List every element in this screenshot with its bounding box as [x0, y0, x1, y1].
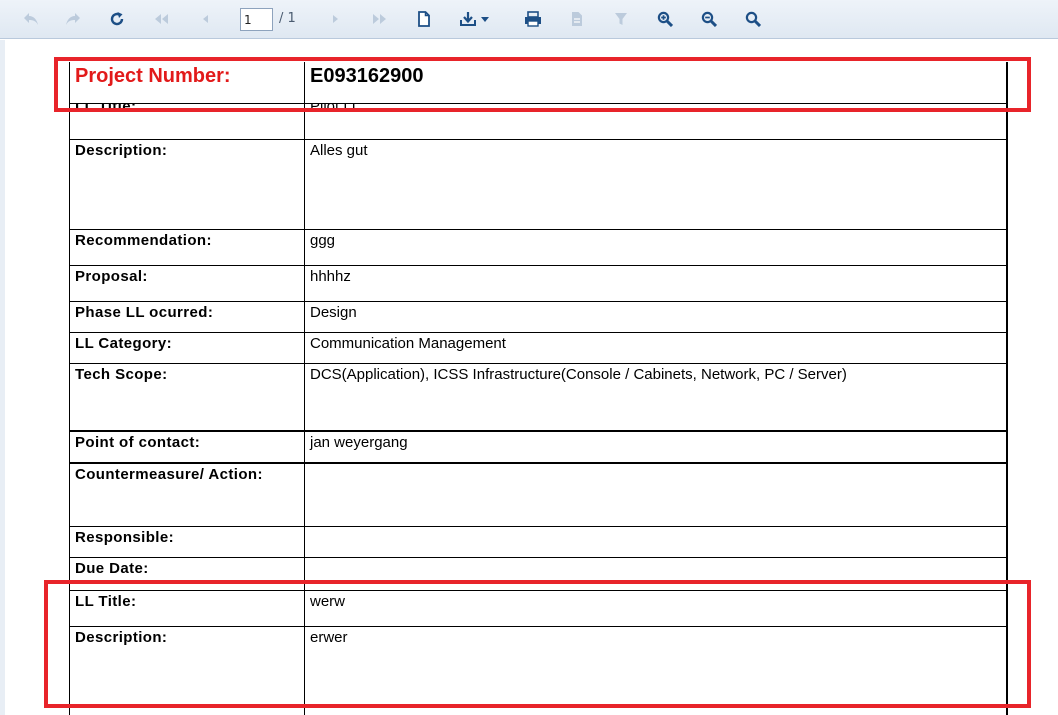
table-row: Responsible:	[69, 526, 1008, 558]
back-icon[interactable]	[20, 8, 42, 30]
row-value	[304, 526, 1008, 558]
forward-icon[interactable]	[62, 8, 84, 30]
page-number-input[interactable]	[240, 8, 273, 31]
row-label: LL Title:	[69, 590, 305, 627]
print-icon[interactable]	[522, 8, 544, 30]
row-label: Description:	[69, 626, 305, 715]
viewer-toolbar: / 1	[0, 0, 1058, 39]
report-viewer-window: / 1	[0, 0, 1058, 715]
table-row: LL Title: werw	[69, 590, 1008, 627]
table-row: Phase LL ocurred: Design	[69, 301, 1008, 333]
row-label: Recommendation:	[69, 229, 305, 266]
row-value	[304, 463, 1008, 527]
table-row: Due Date:	[69, 557, 1008, 591]
row-label: Responsible:	[69, 526, 305, 558]
row-label: Tech Scope:	[69, 363, 305, 432]
row-value: Pilot LL	[310, 103, 361, 115]
previous-page-icon[interactable]	[194, 8, 216, 30]
row-label: Countermeasure/ Action:	[69, 463, 305, 527]
row-value	[304, 557, 1008, 591]
row-label: Phase LL ocurred:	[69, 301, 305, 333]
first-page-icon[interactable]	[150, 8, 172, 30]
download-dropdown-button[interactable]	[458, 8, 494, 30]
row-value: ggg	[304, 229, 1008, 266]
next-page-icon[interactable]	[325, 8, 347, 30]
row-value: erwer	[304, 626, 1008, 715]
new-document-icon[interactable]	[413, 8, 435, 30]
page-total-label: / 1	[279, 11, 296, 26]
report-document-area[interactable]: Project Number: E093162900 LL Title: Pil…	[0, 40, 1058, 715]
table-row: Countermeasure/ Action:	[69, 463, 1008, 527]
row-label: LL Title:	[75, 103, 137, 115]
lessons-learned-table: Project Number: E093162900 LL Title: Pil…	[69, 62, 1008, 715]
table-row: LL Category: Communication Management	[69, 332, 1008, 364]
row-value: werw	[304, 590, 1008, 627]
row-value: hhhhz	[304, 265, 1008, 302]
table-row: LL Title: Pilot LL	[69, 103, 1008, 140]
table-row-project-number: Project Number: E093162900	[69, 62, 1008, 104]
table-row: Tech Scope: DCS(Application), ICSS Infra…	[69, 363, 1008, 432]
project-number-value: E093162900	[304, 62, 1008, 104]
table-row: Point of contact: jan weyergang	[69, 431, 1008, 464]
row-value: Alles gut	[304, 139, 1008, 230]
table-row: Description: erwer	[69, 626, 1008, 715]
filter-icon[interactable]	[610, 8, 632, 30]
row-value: Design	[304, 301, 1008, 333]
row-value: jan weyergang	[304, 431, 1008, 464]
row-label: Point of contact:	[69, 431, 305, 464]
export-disabled-icon[interactable]	[566, 8, 588, 30]
zoom-reset-icon[interactable]	[742, 8, 764, 30]
table-row: Description: Alles gut	[69, 139, 1008, 230]
row-label: Proposal:	[69, 265, 305, 302]
last-page-icon[interactable]	[369, 8, 391, 30]
table-row: Proposal: hhhhz	[69, 265, 1008, 302]
zoom-in-icon[interactable]	[654, 8, 676, 30]
project-number-label: Project Number:	[69, 62, 305, 104]
row-label: Due Date:	[69, 557, 305, 591]
refresh-icon[interactable]	[106, 8, 128, 30]
table-row: Recommendation: ggg	[69, 229, 1008, 266]
zoom-out-icon[interactable]	[698, 8, 720, 30]
row-value: DCS(Application), ICSS Infrastructure(Co…	[304, 363, 1008, 432]
row-label: LL Category:	[69, 332, 305, 364]
row-value: Communication Management	[304, 332, 1008, 364]
row-label: Description:	[69, 139, 305, 230]
